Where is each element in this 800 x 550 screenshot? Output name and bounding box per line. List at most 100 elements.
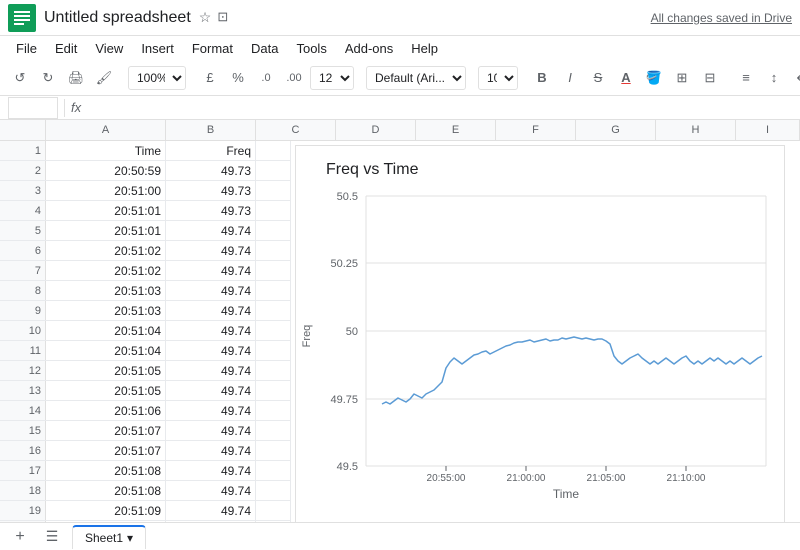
formula-input[interactable] [87, 100, 792, 115]
col-header-i[interactable]: I [736, 120, 800, 140]
undo-button[interactable]: ↺ [8, 66, 32, 90]
cell-empty[interactable] [256, 361, 290, 381]
cell-time[interactable]: Time [46, 141, 166, 161]
wrap-button[interactable]: ↵ [790, 66, 800, 90]
cell-empty[interactable] [256, 401, 290, 421]
col-header-g[interactable]: G [576, 120, 656, 140]
cell-time[interactable]: 20:51:08 [46, 461, 166, 481]
table-row[interactable]: 1420:51:0649.74 [0, 401, 290, 421]
cell-empty[interactable] [256, 341, 290, 361]
strikethrough-button[interactable]: S [586, 66, 610, 90]
table-row[interactable]: 1720:51:0849.74 [0, 461, 290, 481]
cell-empty[interactable] [256, 461, 290, 481]
cell-freq[interactable]: 49.74 [166, 221, 256, 241]
cell-reference-input[interactable] [8, 97, 58, 119]
cell-time[interactable]: 20:51:07 [46, 421, 166, 441]
cell-freq[interactable]: 49.74 [166, 521, 256, 522]
cell-freq[interactable]: 49.74 [166, 241, 256, 261]
cell-time[interactable]: 20:51:03 [46, 301, 166, 321]
menu-view[interactable]: View [87, 39, 131, 58]
cell-time[interactable]: 20:51:01 [46, 221, 166, 241]
decimal-decrease-button[interactable]: .0 [254, 66, 278, 90]
cell-freq[interactable]: 49.74 [166, 441, 256, 461]
cell-freq[interactable]: 49.73 [166, 181, 256, 201]
table-row[interactable]: 320:51:0049.73 [0, 181, 290, 201]
cell-freq[interactable]: 49.73 [166, 161, 256, 181]
cell-freq[interactable]: 49.74 [166, 481, 256, 501]
table-row[interactable]: 2020:51:0949.74 [0, 521, 290, 522]
col-header-f[interactable]: F [496, 120, 576, 140]
menu-format[interactable]: Format [184, 39, 241, 58]
table-row[interactable]: 820:51:0349.74 [0, 281, 290, 301]
cell-time[interactable]: 20:51:07 [46, 441, 166, 461]
table-row[interactable]: 620:51:0249.74 [0, 241, 290, 261]
chart-container[interactable]: Freq vs Time 50.5 50.25 50 49.75 [290, 141, 800, 522]
table-row[interactable]: 420:51:0149.73 [0, 201, 290, 221]
table-row[interactable]: 1320:51:0549.74 [0, 381, 290, 401]
menu-addons[interactable]: Add-ons [337, 39, 401, 58]
menu-data[interactable]: Data [243, 39, 286, 58]
cell-freq[interactable]: 49.74 [166, 401, 256, 421]
cell-freq[interactable]: 49.73 [166, 201, 256, 221]
bold-button[interactable]: B [530, 66, 554, 90]
cell-time[interactable]: 20:51:05 [46, 361, 166, 381]
table-row[interactable]: 1020:51:0449.74 [0, 321, 290, 341]
align-button[interactable]: ≡ [734, 66, 758, 90]
menu-help[interactable]: Help [403, 39, 446, 58]
spreadsheet-title[interactable]: Untitled spreadsheet [44, 9, 191, 27]
table-row[interactable]: 1TimeFreq [0, 141, 290, 161]
col-header-h[interactable]: H [656, 120, 736, 140]
cell-empty[interactable] [256, 161, 290, 181]
cell-time[interactable]: 20:51:02 [46, 241, 166, 261]
merge-button[interactable]: ⊟ [698, 66, 722, 90]
cell-time[interactable]: 20:51:09 [46, 521, 166, 522]
cell-time[interactable]: 20:50:59 [46, 161, 166, 181]
redo-button[interactable]: ↻ [36, 66, 60, 90]
sheet-tab-sheet1[interactable]: Sheet1 ▾ [72, 525, 146, 549]
cell-freq[interactable]: 49.74 [166, 321, 256, 341]
cell-empty[interactable] [256, 421, 290, 441]
cell-empty[interactable] [256, 241, 290, 261]
cell-time[interactable]: 20:51:06 [46, 401, 166, 421]
cell-empty[interactable] [256, 381, 290, 401]
cell-freq[interactable]: 49.74 [166, 301, 256, 321]
fill-color-button[interactable]: 🪣 [642, 66, 666, 90]
format-select[interactable]: 123 [310, 66, 354, 90]
percent-button[interactable]: % [226, 66, 250, 90]
cell-time[interactable]: 20:51:00 [46, 181, 166, 201]
cell-freq[interactable]: Freq [166, 141, 256, 161]
cell-freq[interactable]: 49.74 [166, 341, 256, 361]
table-row[interactable]: 1620:51:0749.74 [0, 441, 290, 461]
currency-button[interactable]: £ [198, 66, 222, 90]
table-row[interactable]: 1520:51:0749.74 [0, 421, 290, 441]
table-row[interactable]: 520:51:0149.74 [0, 221, 290, 241]
col-header-d[interactable]: D [336, 120, 416, 140]
decimal-increase-button[interactable]: .00 [282, 66, 306, 90]
font-select[interactable]: Default (Ari... [366, 66, 466, 90]
zoom-select[interactable]: 100% [128, 66, 186, 90]
cell-empty[interactable] [256, 141, 290, 161]
add-sheet-button[interactable]: + [8, 525, 32, 549]
borders-button[interactable]: ⊞ [670, 66, 694, 90]
table-row[interactable]: 1820:51:0849.74 [0, 481, 290, 501]
col-header-b[interactable]: B [166, 120, 256, 140]
cell-empty[interactable] [256, 221, 290, 241]
table-row[interactable]: 720:51:0249.74 [0, 261, 290, 281]
cell-freq[interactable]: 49.74 [166, 261, 256, 281]
cell-empty[interactable] [256, 261, 290, 281]
table-row[interactable]: 1220:51:0549.74 [0, 361, 290, 381]
sheets-list-button[interactable]: ☰ [40, 525, 64, 549]
italic-button[interactable]: I [558, 66, 582, 90]
col-header-e[interactable]: E [416, 120, 496, 140]
cell-empty[interactable] [256, 181, 290, 201]
valign-button[interactable]: ↕ [762, 66, 786, 90]
table-row[interactable]: 920:51:0349.74 [0, 301, 290, 321]
col-header-a[interactable]: A [46, 120, 166, 140]
menu-insert[interactable]: Insert [133, 39, 182, 58]
font-size-select[interactable]: 10 [478, 66, 518, 90]
star-icon[interactable]: ☆ [199, 9, 212, 26]
cell-freq[interactable]: 49.74 [166, 361, 256, 381]
cell-time[interactable]: 20:51:03 [46, 281, 166, 301]
text-color-button[interactable]: A [614, 66, 638, 90]
table-row[interactable]: 1120:51:0449.74 [0, 341, 290, 361]
